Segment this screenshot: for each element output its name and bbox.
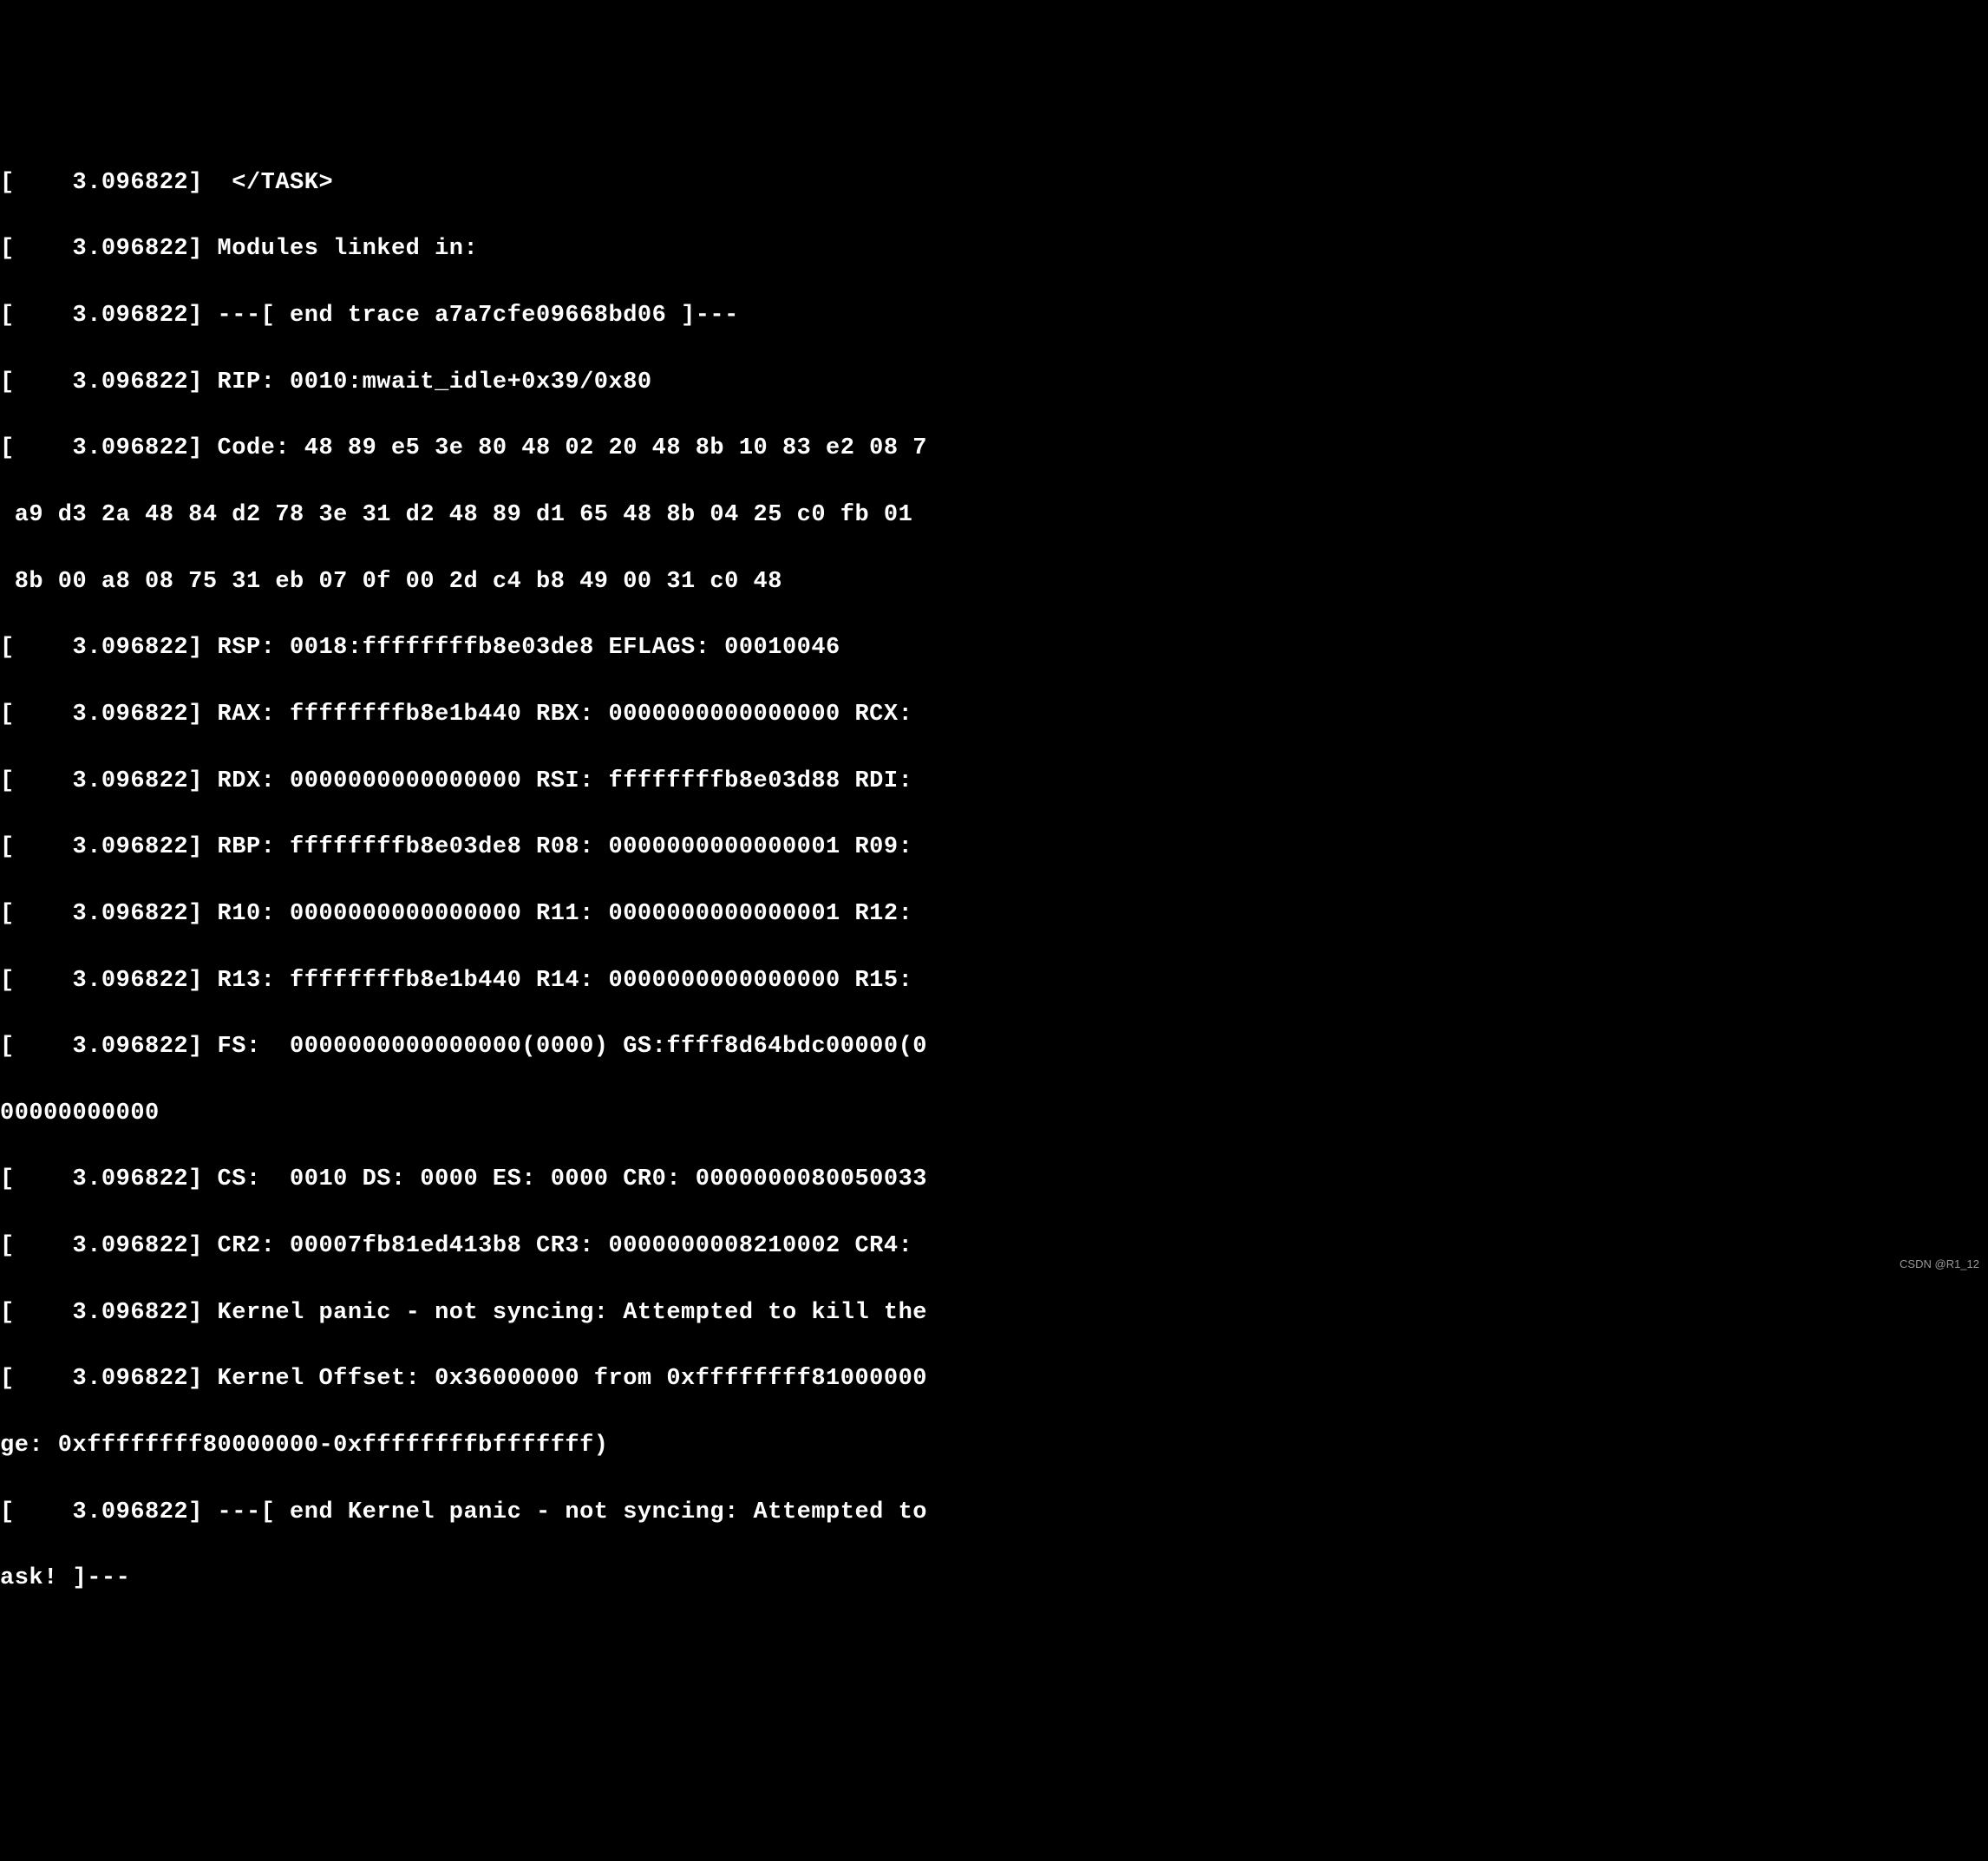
terminal-line: [ 3.096822] Kernel Offset: 0x36000000 fr… — [0, 1362, 1988, 1395]
terminal-line: [ 3.096822] </TASK> — [0, 167, 1988, 199]
terminal-line: [ 3.096822] FS: 0000000000000000(0000) G… — [0, 1030, 1988, 1063]
terminal-line: ge: 0xffffffff80000000-0xffffffffbffffff… — [0, 1429, 1988, 1462]
terminal-line: [ 3.096822] R13: ffffffffb8e1b440 R14: 0… — [0, 964, 1988, 997]
terminal-line: [ 3.096822] ---[ end Kernel panic - not … — [0, 1496, 1988, 1529]
terminal-line: [ 3.096822] RSP: 0018:ffffffffb8e03de8 E… — [0, 631, 1988, 664]
terminal-line: [ 3.096822] RDX: 0000000000000000 RSI: f… — [0, 765, 1988, 798]
terminal-line: [ 3.096822] ---[ end trace a7a7cfe09668b… — [0, 299, 1988, 332]
terminal-line: [ 3.096822] CR2: 00007fb81ed413b8 CR3: 0… — [0, 1230, 1988, 1263]
terminal-line: [ 3.096822] R10: 0000000000000000 R11: 0… — [0, 898, 1988, 930]
terminal-line: [ 3.096822] CS: 0010 DS: 0000 ES: 0000 C… — [0, 1163, 1988, 1196]
terminal-line: 00000000000 — [0, 1097, 1988, 1130]
terminal-line: [ 3.096822] RAX: ffffffffb8e1b440 RBX: 0… — [0, 698, 1988, 731]
terminal-line: ask! ]--- — [0, 1562, 1988, 1595]
terminal-line: [ 3.096822] RBP: ffffffffb8e03de8 R08: 0… — [0, 831, 1988, 864]
terminal-line: 8b 00 a8 08 75 31 eb 07 0f 00 2d c4 b8 4… — [0, 565, 1988, 598]
terminal-line: [ 3.096822] Kernel panic - not syncing: … — [0, 1296, 1988, 1329]
terminal-line: [ 3.096822] RIP: 0010:mwait_idle+0x39/0x… — [0, 366, 1988, 399]
kernel-panic-terminal: [ 3.096822] </TASK> [ 3.096822] Modules … — [0, 133, 1988, 1629]
terminal-line: [ 3.096822] Modules linked in: — [0, 232, 1988, 265]
watermark-text: CSDN @R1_12 — [1900, 1257, 1979, 1272]
terminal-line: a9 d3 2a 48 84 d2 78 3e 31 d2 48 89 d1 6… — [0, 499, 1988, 532]
terminal-line: [ 3.096822] Code: 48 89 e5 3e 80 48 02 2… — [0, 432, 1988, 465]
